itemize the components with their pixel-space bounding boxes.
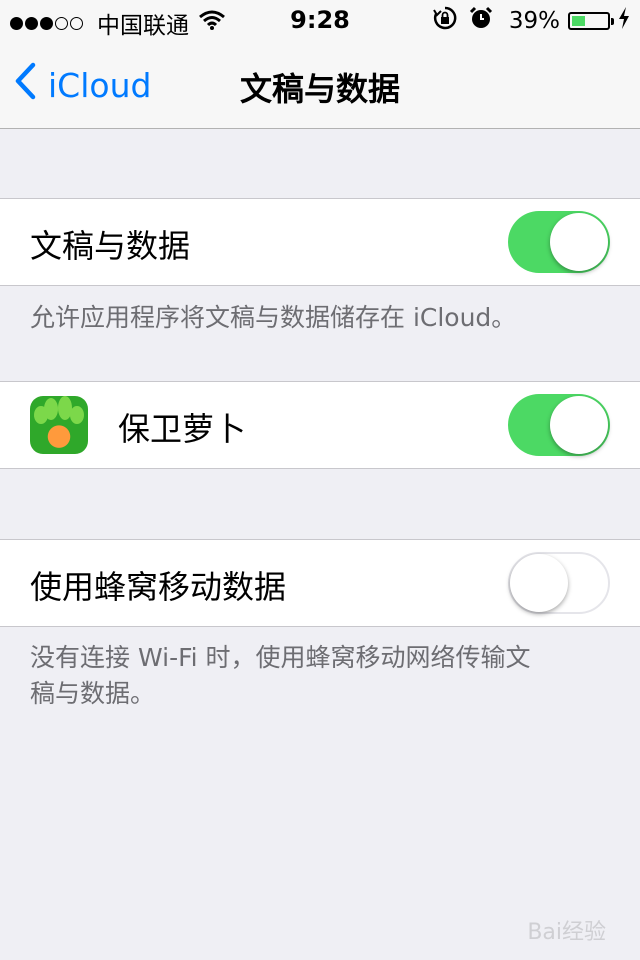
leaf-shape bbox=[70, 406, 84, 424]
charging-icon bbox=[618, 7, 630, 35]
switch-knob bbox=[510, 554, 568, 612]
status-bar: 中国联通 9:28 39% bbox=[0, 0, 640, 40]
status-right: 39% bbox=[433, 6, 630, 36]
cellular-toggle-switch[interactable] bbox=[508, 552, 610, 614]
alarm-icon bbox=[469, 6, 493, 36]
docs-toggle-label: 文稿与数据 bbox=[30, 227, 191, 265]
cellular-group: 使用蜂窝移动数据 bbox=[0, 539, 640, 627]
leaf-shape bbox=[34, 406, 48, 424]
navigation-bar: iCloud 文稿与数据 bbox=[0, 40, 640, 129]
battery-icon bbox=[568, 12, 614, 30]
carrot-defense-app-icon bbox=[30, 396, 88, 454]
watermark: Bai经验 bbox=[527, 920, 606, 945]
docs-toggle-row: 文稿与数据 bbox=[0, 199, 640, 285]
switch-knob bbox=[550, 213, 608, 271]
battery-percent: 39% bbox=[508, 8, 560, 34]
cellular-footer-line2: 稿与数据。 bbox=[30, 679, 156, 708]
cellular-footer: 没有连接 Wi-Fi 时，使用蜂窝移动网络传输文 稿与数据。 bbox=[30, 640, 610, 712]
switch-knob bbox=[550, 396, 608, 454]
docs-footer: 允许应用程序将文稿与数据储存在 iCloud。 bbox=[30, 303, 517, 332]
cellular-footer-line1: 没有连接 Wi-Fi 时，使用蜂窝移动网络传输文 bbox=[30, 643, 531, 672]
cellular-toggle-row: 使用蜂窝移动数据 bbox=[0, 540, 640, 626]
rotation-lock-icon bbox=[433, 6, 457, 36]
battery-level bbox=[572, 16, 585, 26]
apps-group: 保卫萝卜 bbox=[0, 381, 640, 469]
cellular-toggle-label: 使用蜂窝移动数据 bbox=[30, 568, 287, 606]
docs-group: 文稿与数据 bbox=[0, 198, 640, 286]
app-toggle-switch[interactable] bbox=[508, 394, 610, 456]
app-name-label: 保卫萝卜 bbox=[118, 410, 247, 448]
battery-nub bbox=[611, 18, 614, 25]
docs-toggle-switch[interactable] bbox=[508, 211, 610, 273]
app-toggle-row: 保卫萝卜 bbox=[0, 382, 640, 468]
page-title: 文稿与数据 bbox=[239, 70, 400, 108]
